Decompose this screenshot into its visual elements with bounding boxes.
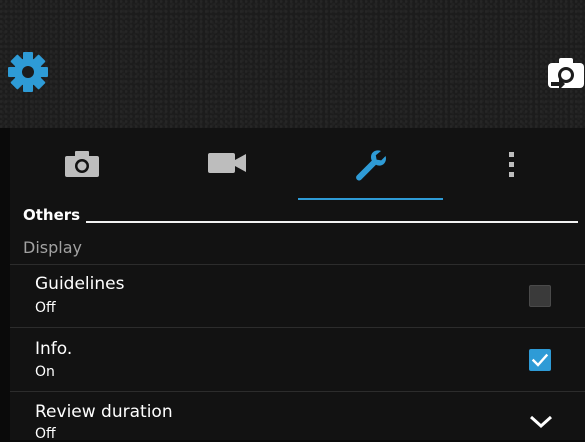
info-checkbox[interactable]: [529, 349, 551, 371]
wrench-icon: [356, 150, 386, 181]
chevron-down-icon[interactable]: [528, 413, 554, 431]
camera-icon: [65, 151, 99, 177]
settings-tab-bar: [10, 128, 585, 202]
settings-panel: Others Display Guidelines Off Info. On R…: [10, 128, 585, 442]
camera-viewfinder: [0, 0, 585, 128]
setting-value: On: [35, 364, 55, 380]
settings-button[interactable]: [6, 48, 50, 96]
divider: [10, 327, 585, 328]
checkmark-icon: [531, 353, 549, 367]
guidelines-checkbox[interactable]: [529, 285, 551, 307]
tab-tools[interactable]: [298, 128, 443, 202]
section-header: Others: [23, 206, 578, 226]
tab-camera[interactable]: [10, 128, 155, 202]
section-title: Others: [23, 206, 81, 224]
divider: [10, 391, 585, 392]
switch-camera-icon: [548, 58, 584, 90]
video-camera-icon: [208, 153, 246, 173]
tab-more[interactable]: [443, 128, 585, 202]
switch-camera-button[interactable]: [545, 50, 585, 96]
setting-title: Info.: [35, 339, 73, 359]
selected-tab-indicator: [298, 198, 443, 200]
more-vertical-icon: [509, 152, 514, 177]
setting-title: Review duration: [35, 402, 173, 422]
setting-value: Off: [35, 300, 56, 316]
divider: [10, 264, 585, 265]
gear-icon: [8, 52, 48, 92]
setting-title: Guidelines: [35, 274, 125, 294]
section-underline: [86, 221, 578, 223]
category-label: Display: [23, 238, 82, 257]
tab-video[interactable]: [155, 128, 298, 202]
